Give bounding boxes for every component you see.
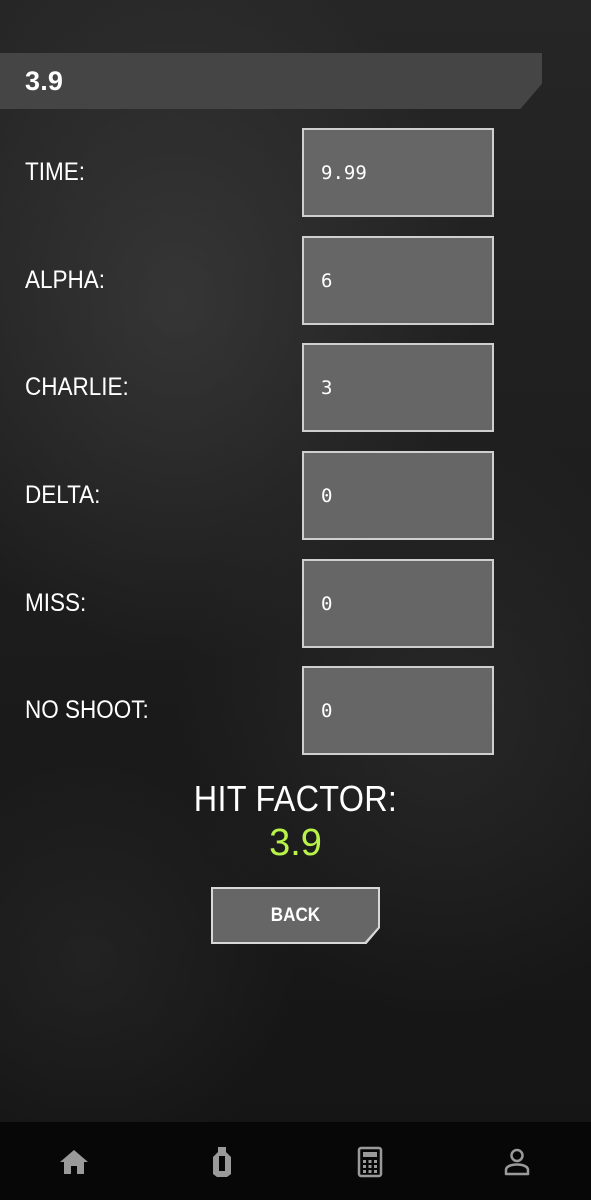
field-row-miss: MISS:	[0, 559, 591, 648]
no-shoot-input[interactable]	[302, 666, 494, 755]
nav-target[interactable]	[202, 1142, 242, 1182]
delta-input[interactable]	[302, 451, 494, 540]
hit-factor-value: 3.9	[269, 822, 322, 864]
score-calculator-screen: 3.9 TIME: ALPHA: CHARLIE: DELTA: MISS: N…	[0, 0, 591, 1122]
time-label: TIME:	[25, 158, 86, 186]
calculator-icon	[357, 1146, 383, 1178]
nav-home[interactable]	[54, 1142, 94, 1182]
profile-icon	[504, 1148, 530, 1176]
charlie-input[interactable]	[302, 343, 494, 432]
nav-calculator[interactable]	[350, 1142, 390, 1182]
target-icon	[213, 1147, 231, 1177]
field-row-delta: DELTA:	[0, 451, 591, 540]
bottom-nav	[0, 1122, 591, 1200]
field-row-no-shoot: NO SHOOT:	[0, 666, 591, 755]
home-icon	[60, 1150, 88, 1174]
back-button-face: BACK	[213, 889, 378, 942]
hit-factor-label: HIT FACTOR:	[193, 778, 398, 819]
alpha-label: ALPHA:	[25, 266, 106, 294]
alpha-input[interactable]	[302, 236, 494, 325]
field-row-time: TIME:	[0, 128, 591, 217]
time-input[interactable]	[302, 128, 494, 217]
miss-input[interactable]	[302, 559, 494, 648]
miss-label: MISS:	[25, 589, 87, 617]
field-row-charlie: CHARLIE:	[0, 343, 591, 432]
charlie-label: CHARLIE:	[25, 373, 129, 401]
nav-profile[interactable]	[497, 1142, 537, 1182]
back-button-label: BACK	[270, 904, 321, 926]
field-row-alpha: ALPHA:	[0, 236, 591, 325]
no-shoot-label: NO SHOOT:	[25, 696, 149, 724]
header-bar: 3.9	[0, 53, 542, 109]
back-button[interactable]: BACK	[211, 887, 380, 944]
header-title: 3.9	[25, 66, 64, 96]
delta-label: DELTA:	[25, 481, 101, 509]
